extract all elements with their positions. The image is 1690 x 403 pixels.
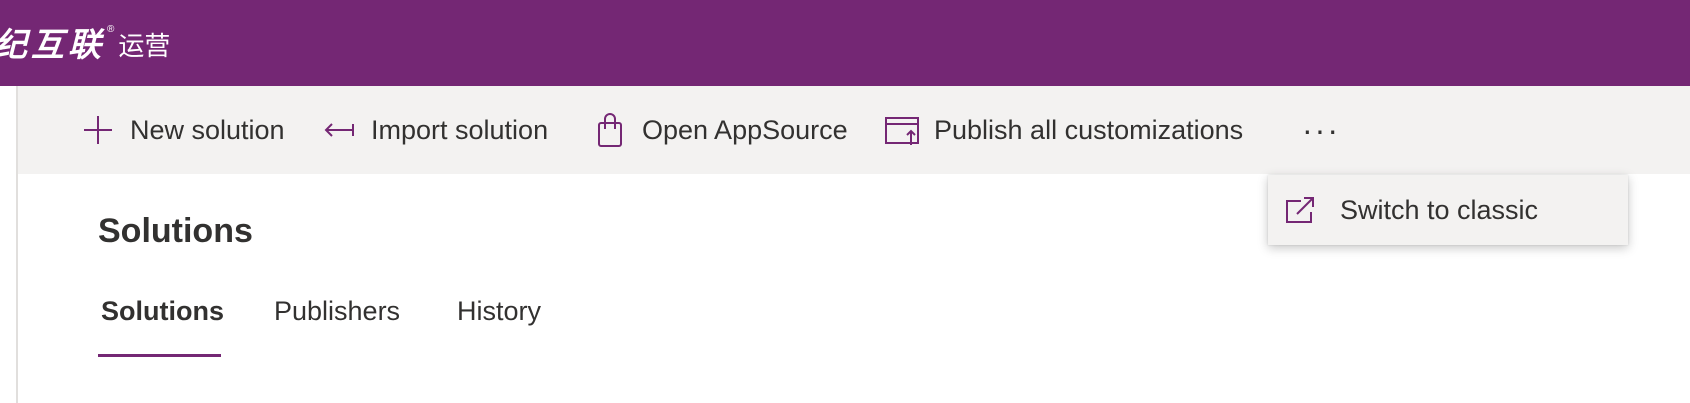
more-commands-button[interactable]: ···	[1289, 86, 1353, 174]
import-solution-button[interactable]: Import solution	[321, 86, 548, 174]
open-appsource-button[interactable]: Open AppSource	[592, 86, 848, 174]
active-tab-indicator	[98, 354, 221, 357]
command-bar: New solution Import solution Open AppSou…	[18, 86, 1690, 174]
switch-to-classic-label: Switch to classic	[1340, 194, 1539, 225]
publish-all-customizations-button[interactable]: Publish all customizations	[884, 86, 1243, 174]
shopping-bag-icon	[592, 112, 628, 148]
page-title: Solutions	[98, 212, 253, 250]
tab-publishers[interactable]: Publishers	[274, 296, 400, 327]
new-solution-button[interactable]: New solution	[80, 86, 285, 174]
brand-name: 纪互联	[0, 25, 105, 64]
brand-logo[interactable]: 纪互联 ® 运营	[0, 18, 170, 66]
top-brand-bar: 纪互联 ® 运营	[0, 0, 1690, 86]
more-icon: ···	[1302, 111, 1340, 148]
brand-subtitle: 运营	[118, 31, 171, 62]
plus-icon	[80, 112, 116, 148]
open-appsource-label: Open AppSource	[642, 114, 848, 145]
new-solution-label: New solution	[130, 114, 285, 145]
tab-solutions[interactable]: Solutions	[101, 296, 224, 327]
registered-mark: ®	[107, 24, 115, 35]
publish-all-label: Publish all customizations	[934, 114, 1244, 145]
open-external-icon	[1282, 192, 1318, 228]
publish-icon	[884, 112, 920, 148]
overflow-menu: Switch to classic	[1268, 175, 1628, 245]
import-solution-label: Import solution	[371, 114, 549, 145]
import-arrow-icon	[321, 112, 357, 148]
switch-to-classic-menu-item[interactable]: Switch to classic	[1268, 175, 1628, 245]
tab-history[interactable]: History	[457, 296, 541, 327]
